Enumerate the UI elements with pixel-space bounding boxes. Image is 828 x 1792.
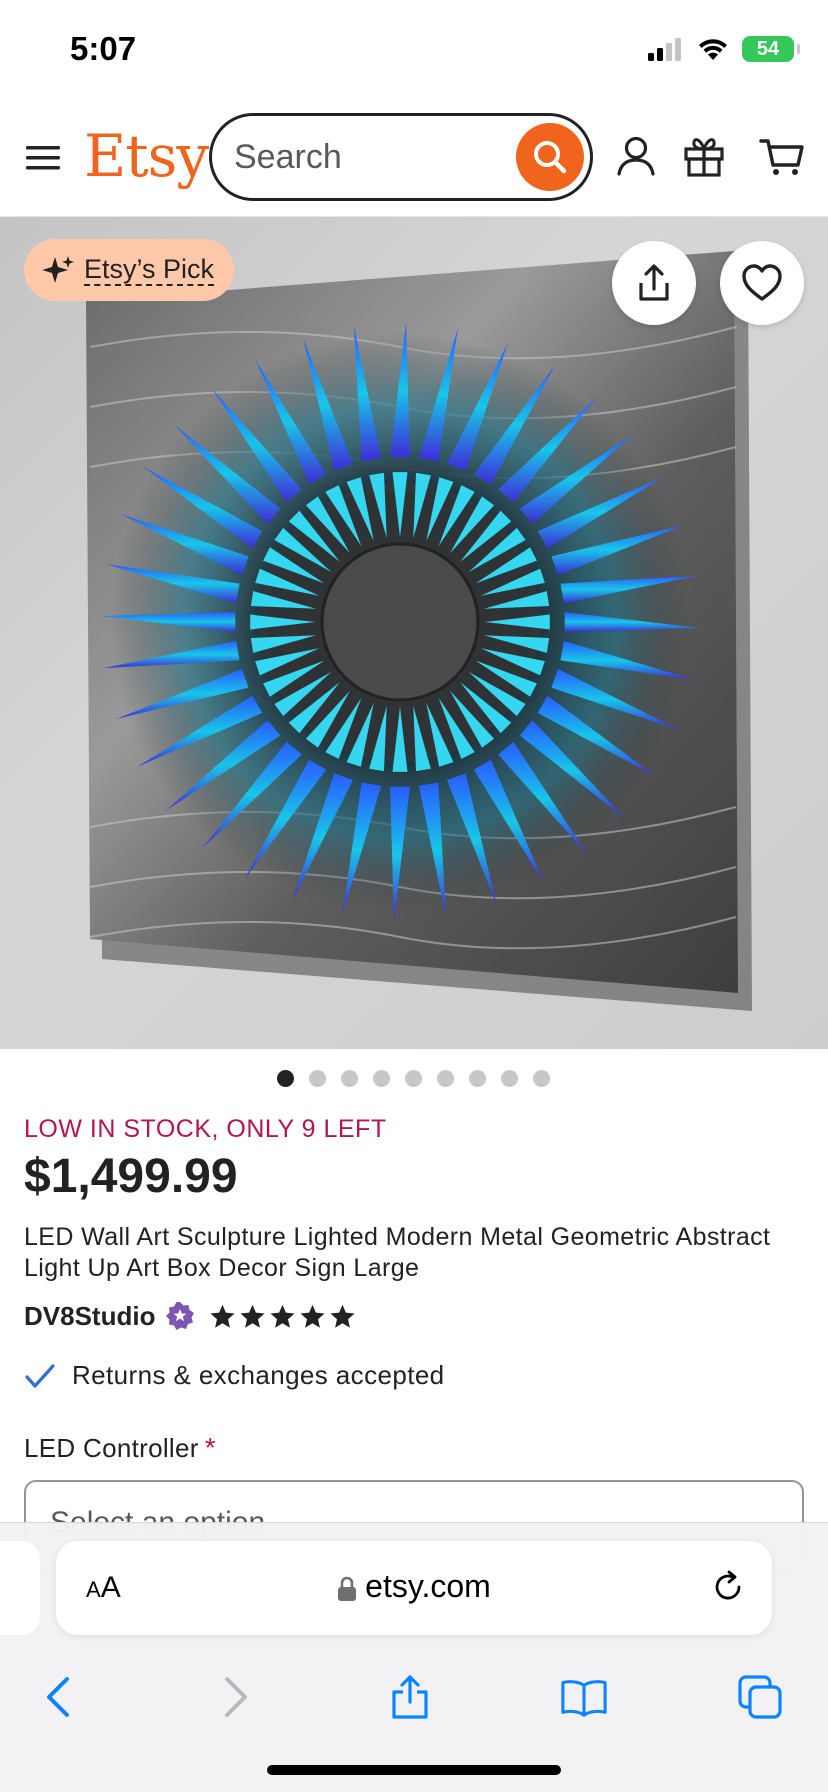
required-mark: * (204, 1432, 216, 1463)
etsys-pick-label: Etsy’s Pick (84, 254, 215, 286)
favorite-button[interactable] (720, 241, 804, 325)
shop-row: DV8Studio (24, 1298, 356, 1334)
share-button[interactable] (612, 241, 696, 325)
bookmarks-icon (561, 1680, 607, 1717)
product-image[interactable] (0, 217, 828, 1049)
back-icon (47, 1677, 69, 1717)
share-icon (392, 1675, 428, 1719)
stock-notice: LOW IN STOCK, ONLY 9 LEFT (24, 1115, 387, 1143)
forward-button[interactable] (212, 1673, 260, 1721)
url-text: etsy.com (365, 1568, 491, 1604)
heart-icon (742, 264, 782, 301)
gift-icon[interactable] (680, 132, 728, 180)
star-seller-icon (166, 1302, 195, 1330)
search-input[interactable] (234, 134, 494, 180)
wifi-icon (699, 39, 727, 60)
bookmarks-button[interactable] (560, 1673, 608, 1721)
option-label-text: LED Controller (24, 1433, 199, 1463)
reload-icon[interactable] (710, 1569, 746, 1605)
lock-icon (338, 1576, 357, 1601)
carousel-dot[interactable] (501, 1070, 518, 1087)
star-icon (300, 1304, 325, 1328)
rating-stars[interactable] (209, 1303, 356, 1330)
returns-text: Returns & exchanges accepted (72, 1360, 445, 1390)
star-icon (240, 1304, 265, 1328)
status-time: 5:07 (70, 30, 137, 67)
signal-icon (648, 38, 681, 61)
cart-icon[interactable] (758, 132, 806, 180)
check-icon (25, 1363, 55, 1388)
home-indicator (267, 1765, 561, 1775)
carousel-dots[interactable] (277, 1070, 550, 1087)
browser-toolbar: AA etsy.com (0, 1522, 828, 1792)
star-icon (270, 1304, 295, 1328)
carousel-dot[interactable] (373, 1070, 390, 1087)
share-icon (639, 264, 669, 301)
tabs-button[interactable] (736, 1673, 784, 1721)
carousel-dot[interactable] (309, 1070, 326, 1087)
carousel-dot[interactable] (469, 1070, 486, 1087)
etsy-logo[interactable]: Etsy (84, 122, 209, 190)
forward-icon (225, 1677, 247, 1717)
carousel-dot[interactable] (341, 1070, 358, 1087)
search-button[interactable] (516, 123, 584, 191)
carousel-dot[interactable] (277, 1070, 294, 1087)
back-button[interactable] (34, 1673, 82, 1721)
carousel-dot[interactable] (405, 1070, 422, 1087)
url-display[interactable]: etsy.com (56, 1568, 772, 1605)
site-header: Etsy (0, 100, 828, 217)
search-box[interactable] (209, 113, 593, 201)
sparkle-icon (42, 256, 74, 283)
shop-name-link[interactable]: DV8Studio (24, 1301, 155, 1332)
menu-icon[interactable] (24, 138, 64, 178)
product-image-carousel[interactable]: Etsy’s Pick (0, 217, 828, 1049)
status-bar: 5:07 54 (0, 0, 828, 100)
previous-tab-preview[interactable] (0, 1541, 40, 1635)
returns-row: Returns & exchanges accepted (24, 1360, 445, 1391)
star-icon (330, 1304, 355, 1328)
product-title: LED Wall Art Sculpture Lighted Modern Me… (24, 1223, 771, 1282)
carousel-dot[interactable] (533, 1070, 550, 1087)
account-icon[interactable] (612, 132, 660, 180)
status-icons: 54 (648, 34, 800, 64)
share-page-button[interactable] (386, 1673, 434, 1721)
carousel-dot[interactable] (437, 1070, 454, 1087)
address-bar[interactable]: AA etsy.com (56, 1541, 772, 1635)
etsys-pick-badge[interactable]: Etsy’s Pick (24, 239, 235, 301)
tabs-icon (738, 1675, 782, 1719)
star-icon (210, 1304, 235, 1328)
price: $1,499.99 (24, 1150, 238, 1203)
search-icon (534, 141, 567, 174)
option-label: LED Controller * (24, 1432, 216, 1464)
battery-indicator: 54 (742, 36, 800, 62)
